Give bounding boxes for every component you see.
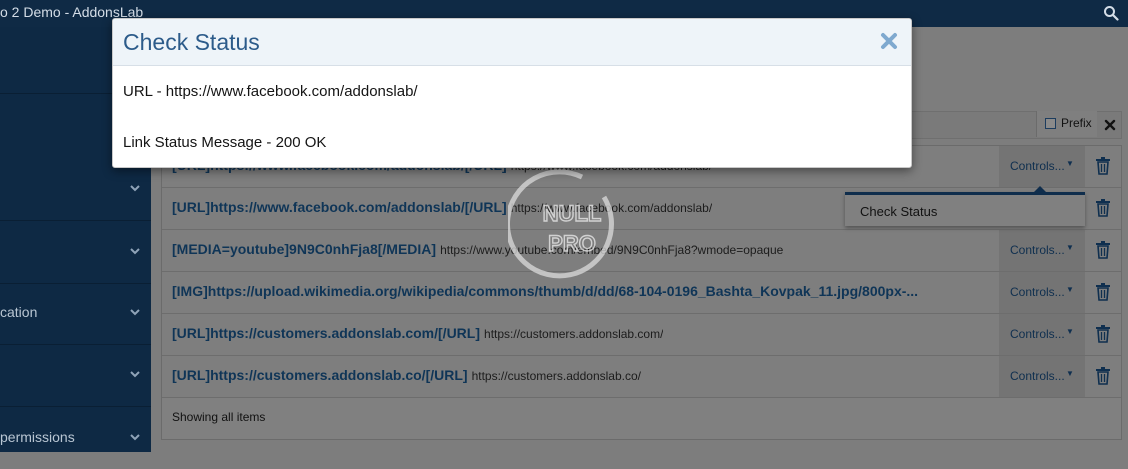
chevron-down-icon <box>130 434 140 441</box>
watermark-logo: NULL PRO <box>508 169 614 279</box>
search-icon[interactable] <box>1103 5 1119 21</box>
dialog-header: Check Status <box>113 19 911 66</box>
bbcode-link[interactable]: [URL]https://www.facebook.com/addonslab/… <box>172 199 507 215</box>
controls-button[interactable]: Controls... ▼ <box>999 356 1085 397</box>
bbcode-link[interactable]: [URL]https://customers.addonslab.com/[/U… <box>172 325 480 341</box>
trash-icon[interactable] <box>1095 367 1111 385</box>
sidebar-item-label: cation <box>0 304 38 320</box>
prefix-label: Prefix <box>1061 116 1092 130</box>
clear-filter-button[interactable] <box>1098 113 1122 137</box>
caret-down-icon: ▼ <box>1066 243 1074 252</box>
dialog-title: Check Status <box>123 29 260 55</box>
sidebar-item-4[interactable] <box>0 344 151 407</box>
sidebar-item-application[interactable]: cation <box>0 282 151 345</box>
chevron-down-icon <box>130 371 140 378</box>
list-item[interactable]: [URL]https://customers.addonslab.co/[/UR… <box>162 356 1121 398</box>
watermark-text-1: NULL <box>543 201 602 226</box>
resolved-url: https://customers.addonslab.com/ <box>484 327 664 341</box>
controls-button[interactable]: Controls... ▼ <box>999 314 1085 355</box>
bbcode-link[interactable]: [IMG]https://upload.wikimedia.org/wikipe… <box>172 283 918 299</box>
trash-icon[interactable] <box>1095 199 1111 217</box>
sidebar-item-permissions[interactable]: permissions <box>0 407 151 469</box>
controls-button[interactable]: Controls... ▼ <box>999 230 1085 271</box>
bbcode-link[interactable]: [MEDIA=youtube]9N9C0nhFja8[/MEDIA] <box>172 241 436 257</box>
close-icon[interactable] <box>879 31 899 51</box>
chevron-down-icon <box>130 185 140 192</box>
sidebar-item-label: permissions <box>0 429 75 445</box>
prefix-toggle[interactable]: Prefix <box>1036 111 1097 137</box>
caret-down-icon: ▼ <box>1066 285 1074 294</box>
trash-icon[interactable] <box>1095 241 1111 259</box>
caret-down-icon: ▼ <box>1066 369 1074 378</box>
status-message-line: Link Status Message - 200 OK <box>123 134 327 151</box>
trash-icon[interactable] <box>1095 157 1111 175</box>
list-item[interactable]: [MEDIA=youtube]9N9C0nhFja8[/MEDIA] https:… <box>162 230 1121 272</box>
chevron-down-icon <box>130 248 140 255</box>
bbcode-link[interactable]: [URL]https://customers.addonslab.co/[/UR… <box>172 367 468 383</box>
trash-icon[interactable] <box>1095 325 1111 343</box>
caret-down-icon: ▼ <box>1066 159 1074 168</box>
link-list: [URL]https://www.facebook.com/addonslab/… <box>161 145 1122 440</box>
url-line: URL - https://www.facebook.com/addonslab… <box>123 83 418 100</box>
controls-dropdown-menu: Check Status <box>845 186 1085 226</box>
list-item[interactable]: [IMG]https://upload.wikimedia.org/wikipe… <box>162 272 1121 314</box>
list-footer: Showing all items <box>172 410 266 424</box>
controls-button[interactable]: Controls... ▼ <box>999 146 1085 187</box>
checkbox-icon[interactable] <box>1045 118 1056 129</box>
close-icon <box>1104 119 1116 131</box>
watermark-text-2: PRO <box>548 231 596 256</box>
check-status-dialog: Check Status URL - https://www.facebook.… <box>112 18 912 168</box>
caret-down-icon: ▼ <box>1066 327 1074 336</box>
chevron-down-icon <box>130 309 140 316</box>
trash-icon[interactable] <box>1095 283 1111 301</box>
resolved-url: https://customers.addonslab.co/ <box>471 369 641 383</box>
controls-button[interactable]: Controls... ▼ <box>999 272 1085 313</box>
menu-item-check-status[interactable]: Check Status <box>860 204 937 219</box>
list-item[interactable]: [URL]https://customers.addonslab.com/[/U… <box>162 314 1121 356</box>
sidebar-item-3[interactable] <box>0 221 151 284</box>
